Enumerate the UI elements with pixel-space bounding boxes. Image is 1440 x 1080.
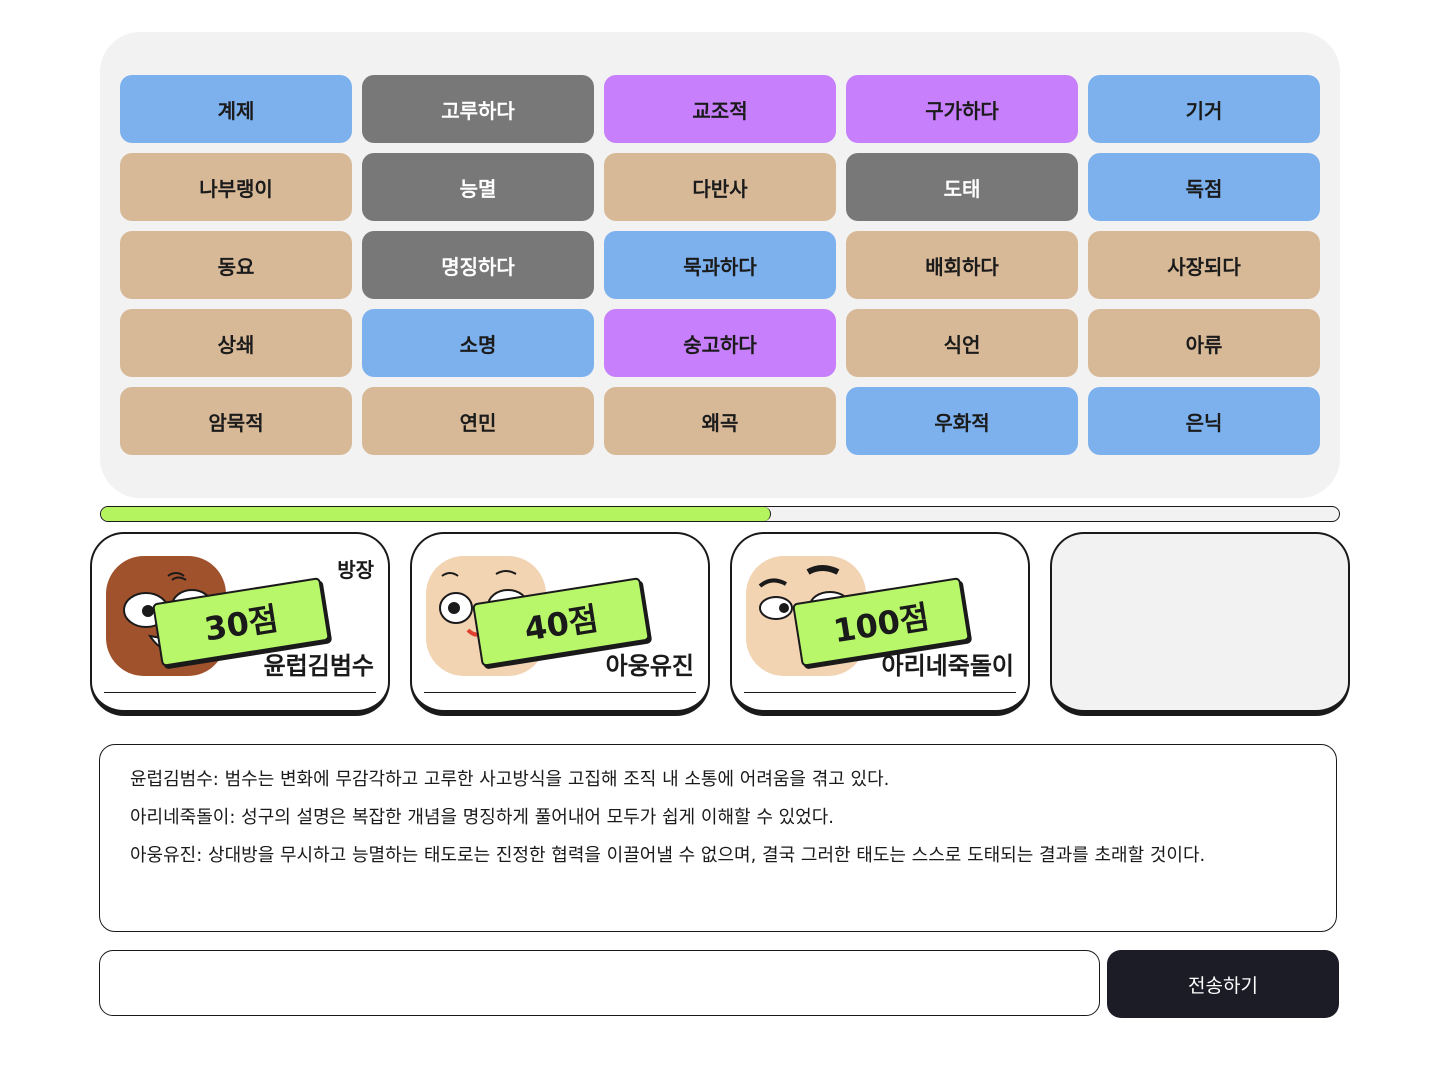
word-tile[interactable]: 독점 [1088,153,1320,221]
word-tile[interactable]: 식언 [846,309,1078,377]
word-tile[interactable]: 소명 [362,309,594,377]
send-button[interactable]: 전송하기 [1107,950,1339,1018]
word-tile[interactable]: 우화적 [846,387,1078,455]
word-tile[interactable]: 숭고하다 [604,309,836,377]
word-tile[interactable]: 동요 [120,231,352,299]
chat-log: 윤럽김범수: 범수는 변화에 무감각하고 고루한 사고방식을 고집해 조직 내 … [99,744,1337,932]
player-name: 아웅유진 [605,652,694,680]
word-board: 계제 고루하다 교조적 구가하다 기거나부랭이 능멸 다반사 도태 독점동요 명징하다 묵과하다 배회… [100,32,1340,498]
word-tile[interactable]: 상쇄 [120,309,352,377]
word-tile[interactable]: 왜곡 [604,387,836,455]
word-tile[interactable]: 구가하다 [846,75,1078,143]
chat-message: 아리네죽돌이: 성구의 설명은 복잡한 개념을 명징하게 풀어내어 모두가 쉽게… [130,807,835,828]
word-tile[interactable]: 사장되다 [1088,231,1320,299]
word-tile[interactable]: 계제 [120,75,352,143]
word-tile[interactable]: 배회하다 [846,231,1078,299]
chat-message: 윤럽김범수: 범수는 변화에 무감각하고 고루한 사고방식을 고집해 조직 내 … [130,769,890,790]
word-tile[interactable]: 교조적 [604,75,836,143]
word-tile[interactable]: 명징하다 [362,231,594,299]
word-tile[interactable]: 연민 [362,387,594,455]
word-tile[interactable]: 아류 [1088,309,1320,377]
player-card-1: 방장 30점 윤럽김범수 [90,532,390,716]
word-tile[interactable]: 기거 [1088,75,1320,143]
word-grid: 계제 고루하다 교조적 구가하다 기거나부랭이 능멸 다반사 도태 독점동요 명징하다 묵과하다 배회… [120,75,1320,455]
player-list: 방장 30점 윤럽김범수 40점 아웅유진 100점 아리네죽돌이 [90,532,1350,718]
word-tile[interactable]: 암묵적 [120,387,352,455]
divider [424,692,696,693]
divider [104,692,376,693]
player-name: 아리네죽돌이 [881,652,1014,680]
player-card-2: 40점 아웅유진 [410,532,710,716]
chat-input[interactable] [99,950,1100,1016]
word-tile[interactable]: 은닉 [1088,387,1320,455]
word-tile[interactable]: 능멸 [362,153,594,221]
word-tile[interactable]: 다반사 [604,153,836,221]
chat-message: 아웅유진: 상대방을 무시하고 능멸하는 태도로는 진정한 협력을 이끌어낼 수… [130,845,1206,866]
word-tile[interactable]: 나부랭이 [120,153,352,221]
round-progress-bar [100,506,1340,522]
host-badge: 방장 [337,558,374,582]
word-tile[interactable]: 묵과하다 [604,231,836,299]
empty-player-slot [1050,532,1350,716]
player-name: 윤럽김범수 [263,652,374,680]
player-card-3: 100점 아리네죽돌이 [730,532,1030,716]
word-tile[interactable]: 도태 [846,153,1078,221]
progress-fill [101,507,771,521]
word-tile[interactable]: 고루하다 [362,75,594,143]
divider [744,692,1016,693]
